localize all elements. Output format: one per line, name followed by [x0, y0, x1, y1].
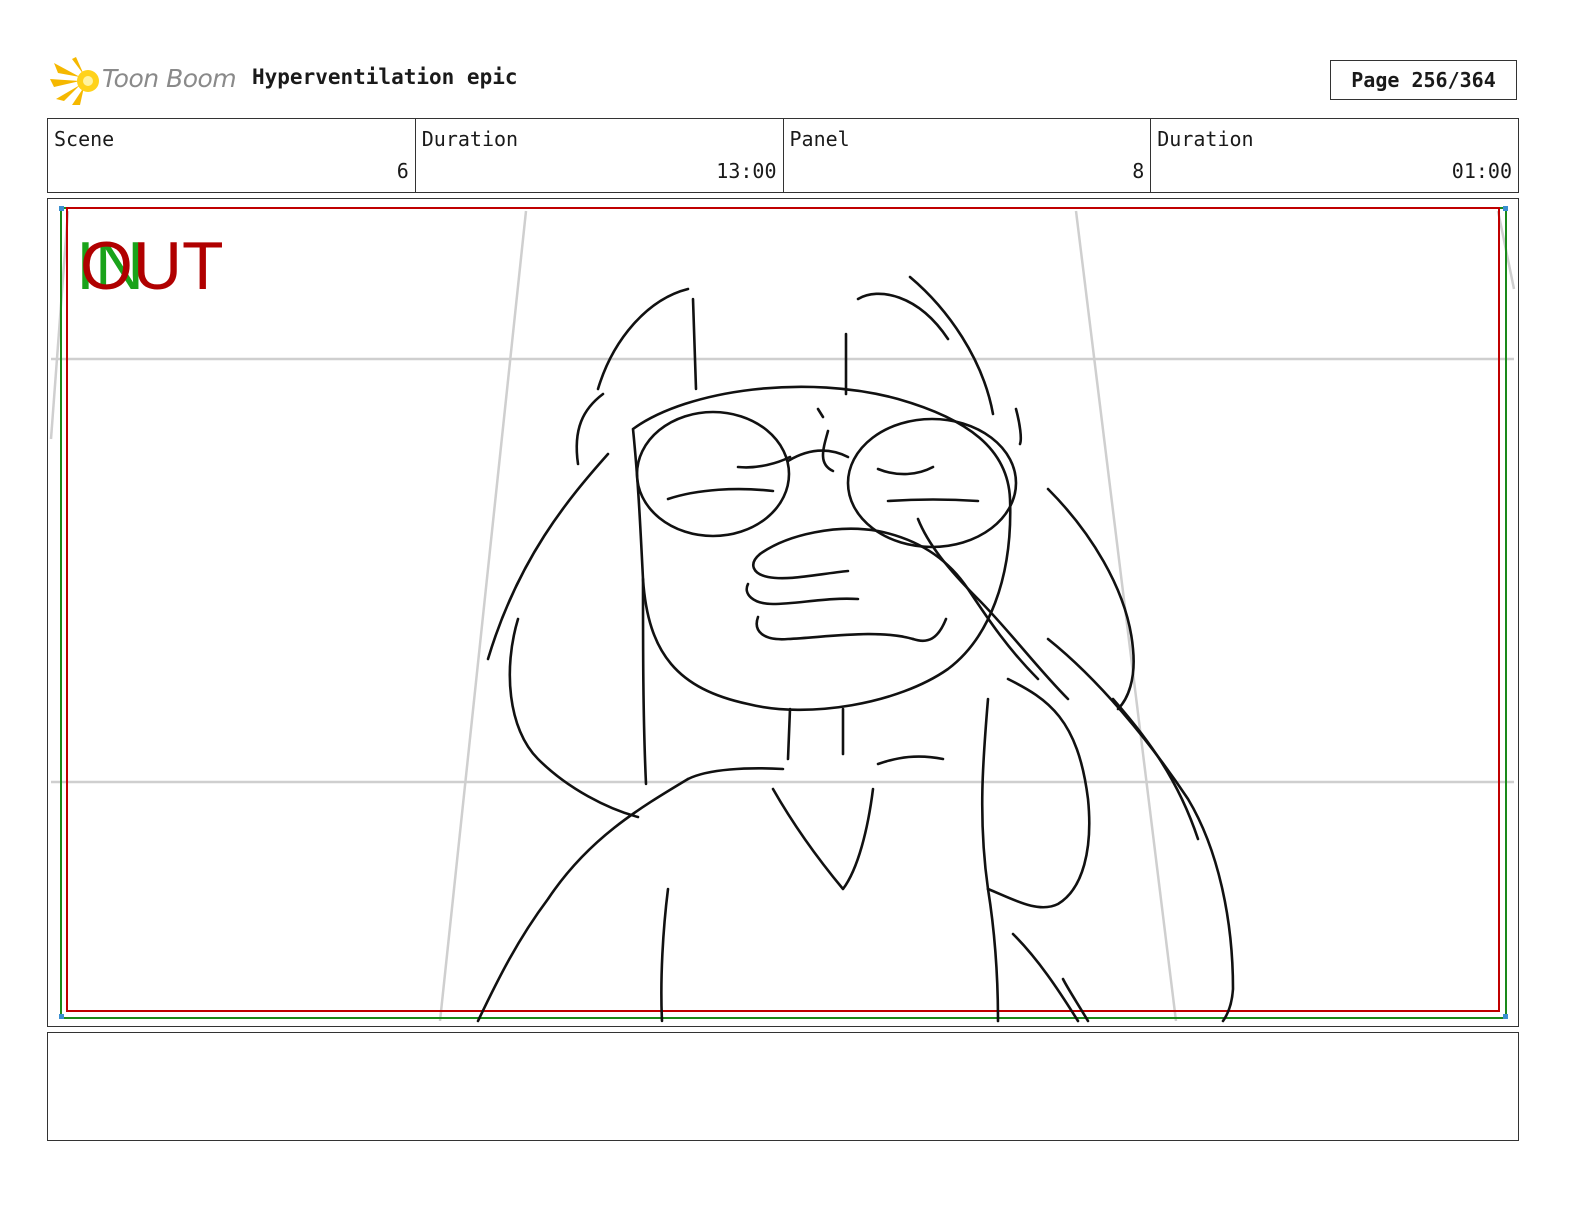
scene-cell: Scene 6 — [48, 119, 416, 192]
panel-notes-box[interactable] — [47, 1032, 1519, 1141]
storyboard-panel: IN OUT — [47, 198, 1519, 1027]
character-sketch — [476, 275, 1235, 1023]
page-indicator: Page 256/364 — [1330, 60, 1517, 100]
panel-duration-label: Duration — [1157, 127, 1254, 151]
scene-label: Scene — [54, 127, 115, 151]
scene-duration-label: Duration — [421, 127, 519, 151]
project-title: Hyperventilation epic — [252, 65, 518, 89]
safe-frame-red — [66, 207, 1500, 1012]
in-out-markers: IN OUT — [76, 231, 256, 301]
panel-cell: Panel 8 — [784, 119, 1152, 192]
panel-duration-cell: Duration 01:00 — [1151, 119, 1518, 192]
perspective-guides — [49, 210, 1516, 1022]
panel-sketch — [49, 206, 1516, 1023]
out-marker: OUT — [80, 228, 224, 304]
scene-duration-value: 13:00 — [716, 159, 777, 183]
scene-duration-cell: Duration 13:00 — [416, 119, 784, 192]
scene-info-table: Scene 6 Duration 13:00 Panel 8 Duration … — [47, 118, 1519, 193]
logo-wordmark: Toon Boom — [102, 64, 237, 93]
panel-label: Panel — [789, 127, 850, 151]
panel-duration-value: 01:00 — [1451, 159, 1512, 183]
scene-value: 6 — [396, 159, 409, 183]
safe-frame-green — [60, 207, 1507, 1019]
panel-value: 8 — [1132, 159, 1145, 183]
